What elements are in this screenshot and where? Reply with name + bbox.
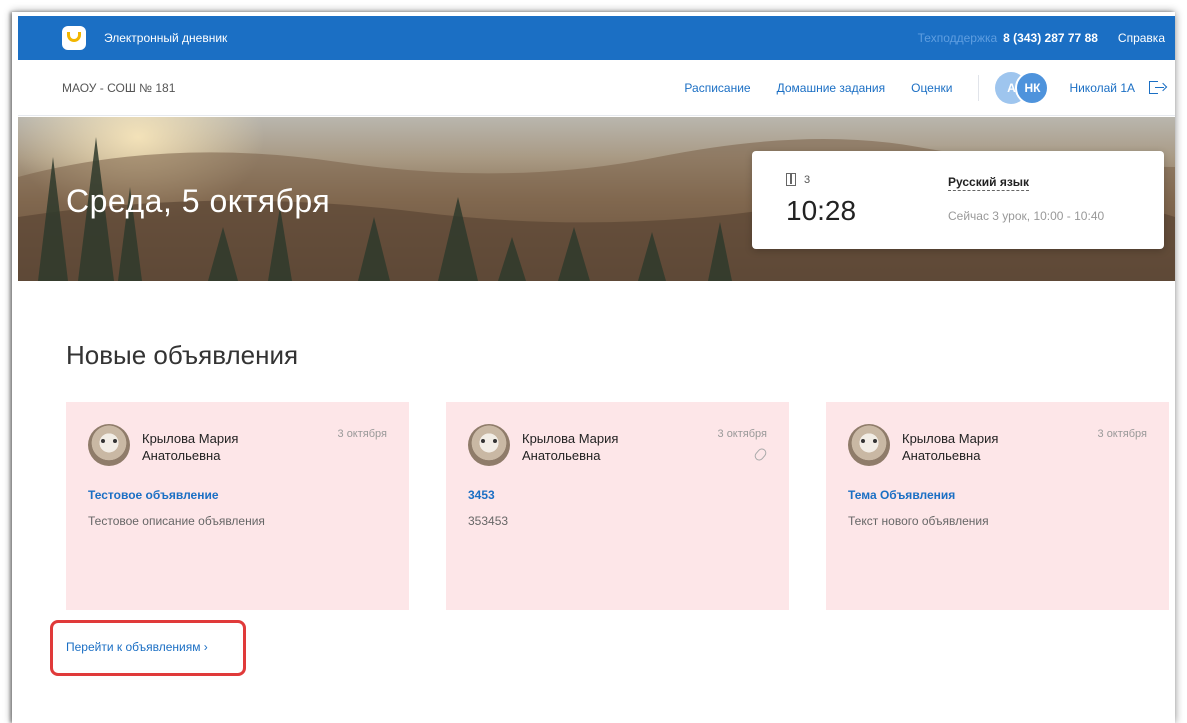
page-title: Среда, 5 октября	[66, 183, 331, 219]
card-title-link[interactable]: Тема Объявления	[848, 488, 955, 502]
nav-divider	[978, 74, 980, 101]
author-avatar	[468, 424, 510, 466]
author-avatar	[848, 424, 890, 466]
card-date: 3 октября	[337, 428, 387, 440]
highlight-annotation	[50, 620, 246, 676]
help-link[interactable]: Справка	[1118, 31, 1165, 45]
nav-bar: МАОУ - СОШ № 181 Расписание Домашние зад…	[18, 60, 1175, 116]
announcement-card[interactable]: Крылова Мария Анатольевна 3 октября 3453…	[446, 402, 789, 610]
card-text: Тестовое описание объявления	[88, 514, 265, 528]
current-lesson-card[interactable]: 3 10:28 Русский язык Сейчас 3 урок, 10:0…	[752, 151, 1164, 249]
lesson-subject-link[interactable]: Русский язык	[948, 175, 1030, 191]
top-bar: Электронный дневник Техподдержка 8 (343)…	[18, 16, 1175, 60]
app-window: Электронный дневник Техподдержка 8 (343)…	[12, 12, 1175, 723]
card-date: 3 октября	[1097, 428, 1147, 440]
card-author: Крылова Мария Анатольевна	[522, 431, 619, 463]
announcement-list: Крылова Мария Анатольевна 3 октября Тест…	[66, 402, 1169, 610]
support-phone[interactable]: 8 (343) 287 77 88	[1003, 31, 1098, 45]
section-title: Новые объявления	[66, 340, 299, 370]
user-avatars[interactable]: А НК	[995, 70, 1051, 105]
card-title-link[interactable]: Тестовое объявление	[88, 488, 219, 502]
app-logo-icon[interactable]	[62, 26, 86, 50]
current-time: 10:28	[786, 195, 857, 226]
support-label: Техподдержка	[917, 31, 998, 45]
lesson-info: Сейчас 3 урок, 10:00 - 10:40	[948, 209, 1105, 223]
nav-link-grades[interactable]: Оценки	[911, 81, 952, 95]
card-text: Текст нового объявления	[848, 514, 989, 528]
card-title-link[interactable]: 3453	[468, 488, 495, 502]
announcement-card[interactable]: Крылова Мария Анатольевна 3 октября Тест…	[66, 402, 409, 610]
card-author: Крылова Мария Анатольевна	[142, 431, 239, 463]
card-author: Крылова Мария Анатольевна	[902, 431, 999, 463]
date-banner: Среда, 5 октября 3 10:28 Русский язык Се…	[18, 117, 1175, 281]
nav-link-homework[interactable]: Домашние задания	[777, 81, 886, 95]
school-name: МАОУ - СОШ № 181	[62, 80, 176, 95]
app-title[interactable]: Электронный дневник	[104, 31, 227, 45]
paperclip-icon	[752, 446, 769, 463]
user-name[interactable]: Николай 1А	[1069, 81, 1135, 95]
announcement-card[interactable]: Крылова Мария Анатольевна 3 октября Тема…	[826, 402, 1169, 610]
door-icon	[786, 173, 796, 186]
card-text: 353453	[468, 514, 509, 528]
avatar[interactable]: НК	[1015, 70, 1050, 105]
nav-link-schedule[interactable]: Расписание	[684, 81, 750, 95]
lesson-room: 3	[804, 173, 811, 186]
logout-icon[interactable]	[1149, 80, 1168, 96]
card-date: 3 октября	[717, 428, 767, 440]
author-avatar	[88, 424, 130, 466]
